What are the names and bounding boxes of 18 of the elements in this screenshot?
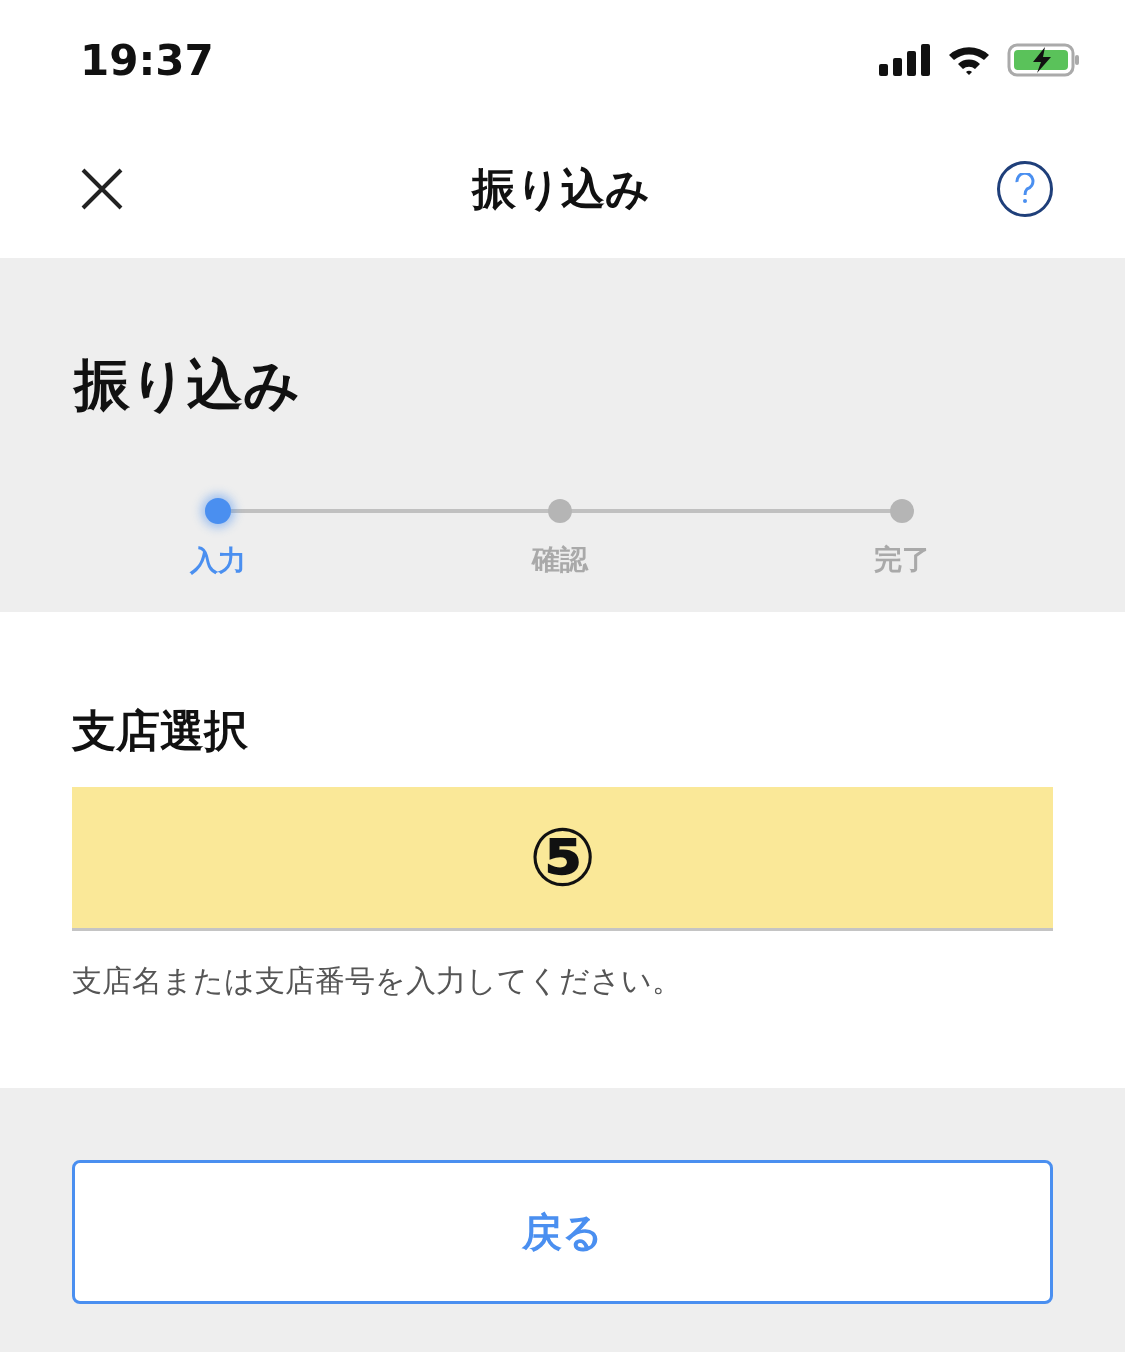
signal-icon [879,44,931,76]
header-title: 振り込み [471,161,650,216]
close-button[interactable] [80,167,124,211]
question-icon [1014,173,1036,205]
close-icon [80,167,124,211]
status-time: 19:37 [80,35,214,85]
step-tab[interactable]: 入力 [47,494,389,580]
page-title: 振り込み [74,351,301,419]
step-tab[interactable]: 完了 [731,494,1073,580]
help-button[interactable] [997,161,1053,217]
field-label: 支店選択 [72,704,249,758]
hint-text: 支店名または支店番号を入力してください。 [72,962,683,1000]
step-tab[interactable]: 確認 [389,494,731,580]
back-button[interactable]: 戻る [72,1160,1053,1304]
wifi-icon [947,44,991,76]
annotation-number: ⑤ [528,811,597,904]
battery-icon [1007,43,1081,77]
branch-input-field[interactable]: ⑤ [72,787,1053,931]
